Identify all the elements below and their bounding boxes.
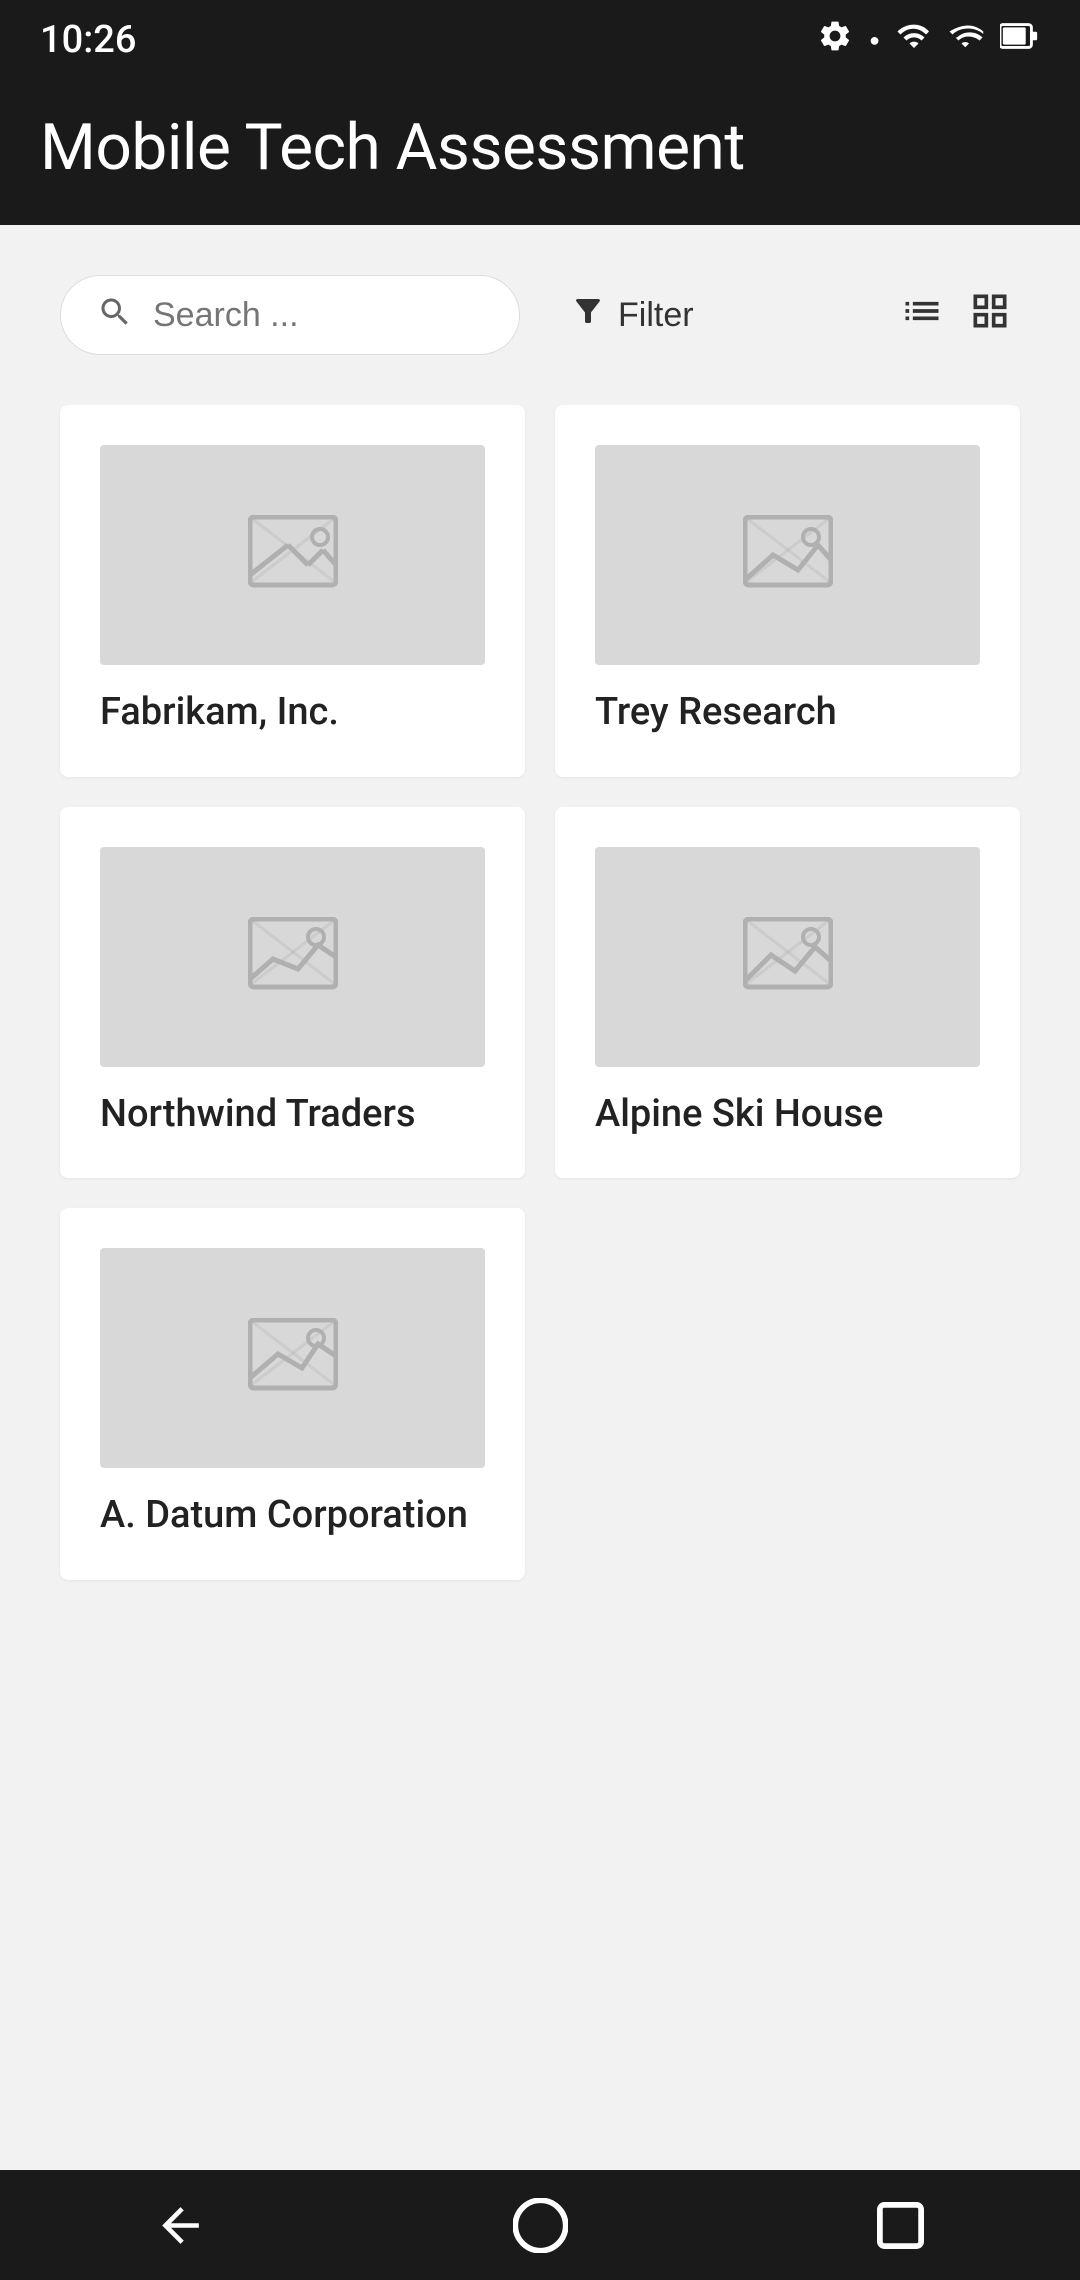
- company-thumbnail-trey: [595, 445, 980, 665]
- list-view-button[interactable]: [892, 281, 952, 349]
- filter-icon: [570, 293, 606, 338]
- notification-dot-icon: ●: [869, 30, 880, 51]
- signal-icon: [948, 18, 984, 62]
- status-time: 10:26: [40, 18, 136, 62]
- filter-button[interactable]: Filter: [550, 283, 714, 348]
- search-input[interactable]: [153, 296, 483, 335]
- company-card-northwind[interactable]: Northwind Traders: [60, 807, 525, 1179]
- company-card-alpine[interactable]: Alpine Ski House: [555, 807, 1020, 1179]
- battery-icon: [1000, 18, 1040, 62]
- company-card-adatum[interactable]: A. Datum Corporation: [60, 1208, 525, 1580]
- company-thumbnail-alpine: [595, 847, 980, 1067]
- company-name-alpine: Alpine Ski House: [595, 1091, 980, 1139]
- company-thumbnail-fabrikam: [100, 445, 485, 665]
- company-thumbnail-adatum: [100, 1248, 485, 1468]
- toolbar: Filter: [60, 275, 1020, 355]
- main-content: Filter: [0, 225, 1080, 2170]
- bottom-nav: [0, 2170, 1080, 2280]
- company-name-fabrikam: Fabrikam, Inc.: [100, 689, 485, 737]
- company-name-northwind: Northwind Traders: [100, 1091, 485, 1139]
- view-toggle: [892, 281, 1020, 349]
- company-card-fabrikam[interactable]: Fabrikam, Inc.: [60, 405, 525, 777]
- company-name-trey: Trey Research: [595, 689, 980, 737]
- status-bar: 10:26 ●: [0, 0, 1080, 80]
- company-name-adatum: A. Datum Corporation: [100, 1492, 485, 1540]
- filter-label: Filter: [618, 296, 694, 335]
- recent-button[interactable]: [843, 2188, 958, 2263]
- back-button[interactable]: [123, 2188, 238, 2263]
- search-box[interactable]: [60, 275, 520, 355]
- status-icons: ●: [817, 18, 1040, 62]
- company-card-trey[interactable]: Trey Research: [555, 405, 1020, 777]
- grid-view-button[interactable]: [960, 281, 1020, 349]
- wifi-icon: [896, 18, 932, 62]
- page-title: Mobile Tech Assessment: [40, 110, 1040, 185]
- settings-icon: [817, 18, 853, 62]
- app-header: Mobile Tech Assessment: [0, 80, 1080, 225]
- company-thumbnail-northwind: [100, 847, 485, 1067]
- search-icon: [97, 294, 133, 336]
- companies-grid: Fabrikam, Inc. Trey Research: [60, 405, 1020, 1580]
- home-button[interactable]: [483, 2188, 598, 2263]
